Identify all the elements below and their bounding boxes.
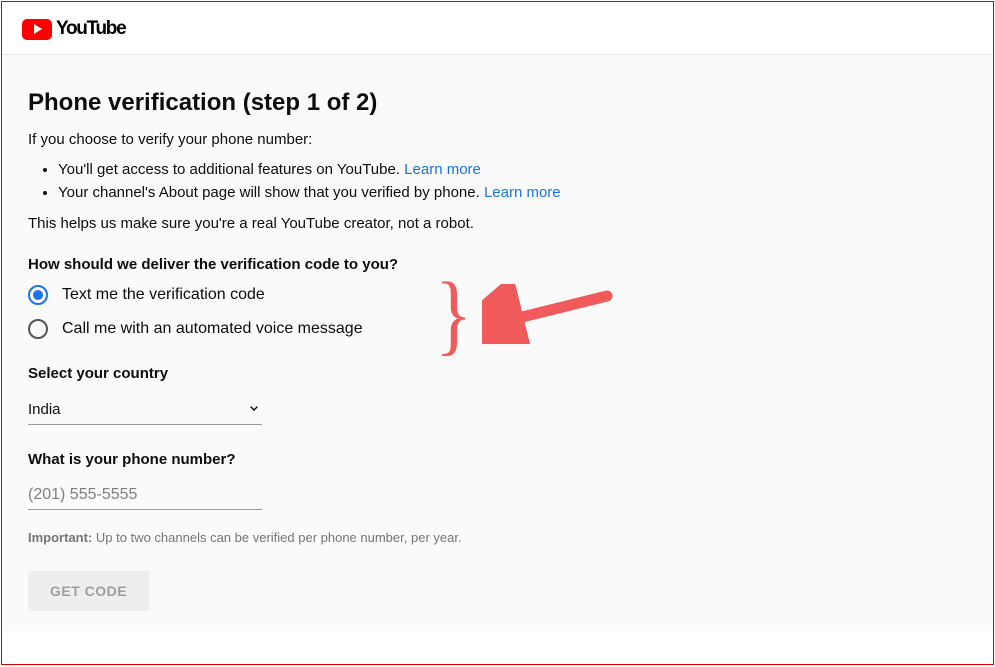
benefits-list: You'll get access to additional features… <box>58 158 967 205</box>
radio-button-icon <box>28 285 48 305</box>
delivery-radio-group: Text me the verification code Call me wi… <box>28 285 967 339</box>
country-value: India <box>28 401 61 418</box>
get-code-button[interactable]: GET CODE <box>28 571 149 611</box>
note-bold: Important: <box>28 530 92 545</box>
country-select[interactable]: India <box>28 394 262 425</box>
learn-more-link[interactable]: Learn more <box>484 184 561 201</box>
intro-text: If you choose to verify your phone numbe… <box>28 131 967 148</box>
page-title: Phone verification (step 1 of 2) <box>28 89 967 117</box>
list-item: Your channel's About page will show that… <box>58 181 967 204</box>
radio-option-text[interactable]: Text me the verification code <box>28 285 967 305</box>
chevron-down-icon <box>246 400 262 419</box>
benefit-text: You'll get access to additional features… <box>58 161 404 178</box>
radio-button-icon <box>28 319 48 339</box>
country-label: Select your country <box>28 365 967 382</box>
important-note: Important: Up to two channels can be ver… <box>28 530 967 545</box>
list-item: You'll get access to additional features… <box>58 158 967 181</box>
phone-input[interactable] <box>28 486 262 504</box>
radio-label: Text me the verification code <box>62 286 265 304</box>
youtube-logo[interactable]: YouTube <box>22 18 125 40</box>
benefit-text: Your channel's About page will show that… <box>58 184 484 201</box>
learn-more-link[interactable]: Learn more <box>404 161 481 178</box>
helper-text: This helps us make sure you're a real Yo… <box>28 215 967 232</box>
main-content: Phone verification (step 1 of 2) If you … <box>2 55 993 631</box>
youtube-logo-text: YouTube <box>56 18 125 40</box>
phone-label: What is your phone number? <box>28 451 967 468</box>
note-text: Up to two channels can be verified per p… <box>92 530 461 545</box>
delivery-question: How should we deliver the verification c… <box>28 256 967 273</box>
radio-option-call[interactable]: Call me with an automated voice message <box>28 319 967 339</box>
header: YouTube <box>2 2 993 55</box>
youtube-play-icon <box>22 19 52 40</box>
radio-label: Call me with an automated voice message <box>62 320 363 338</box>
